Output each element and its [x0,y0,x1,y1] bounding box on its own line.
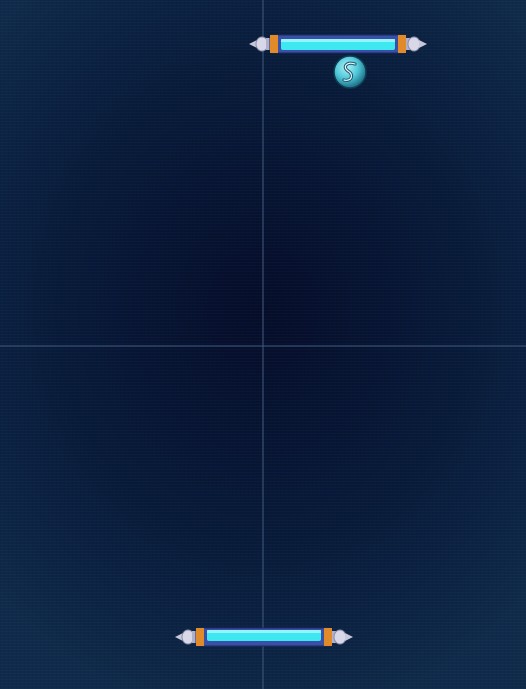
player-paddle[interactable] [175,626,353,648]
paddle-left-cap [249,36,270,52]
puck [333,55,367,89]
paddle-accent-right [398,35,406,53]
paddle-accent-left [270,35,278,53]
paddle-right-cap [406,36,427,52]
paddle-accent-right [324,628,332,646]
paddle-right-cap [332,629,353,645]
paddle-left-cap [175,629,196,645]
opponent-paddle [249,34,427,54]
game-field[interactable] [0,0,526,689]
paddle-accent-left [196,628,204,646]
center-horizontal-line [0,345,526,347]
